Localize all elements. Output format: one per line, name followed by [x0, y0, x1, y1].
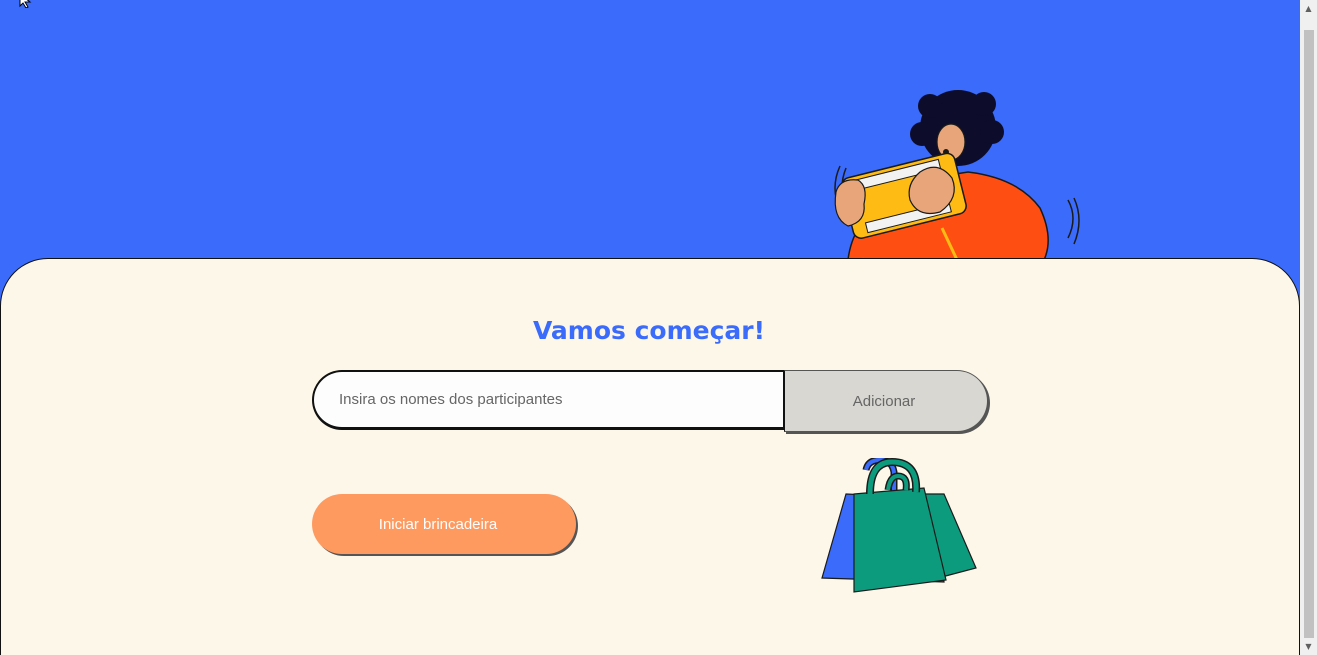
start-game-button[interactable]: Iniciar brincadeira	[312, 494, 576, 554]
person-gaming-illustration	[834, 90, 1080, 284]
app-viewport: Vamos começar! Adicionar Iniciar brincad…	[0, 0, 1300, 655]
participant-input-wrapper	[312, 370, 784, 430]
vertical-scrollbar[interactable]: ▲ ▼	[1300, 0, 1317, 655]
shopping-bags-illustration	[821, 458, 977, 593]
scroll-up-arrow-icon[interactable]: ▲	[1300, 0, 1317, 17]
participant-name-input[interactable]	[337, 390, 761, 409]
page-title: Vamos começar!	[532, 316, 766, 345]
scroll-down-arrow-icon[interactable]: ▼	[1300, 638, 1317, 655]
mouse-cursor-icon	[19, 0, 32, 8]
scrollbar-thumb[interactable]	[1304, 30, 1314, 638]
add-participant-button[interactable]: Adicionar	[784, 370, 988, 432]
